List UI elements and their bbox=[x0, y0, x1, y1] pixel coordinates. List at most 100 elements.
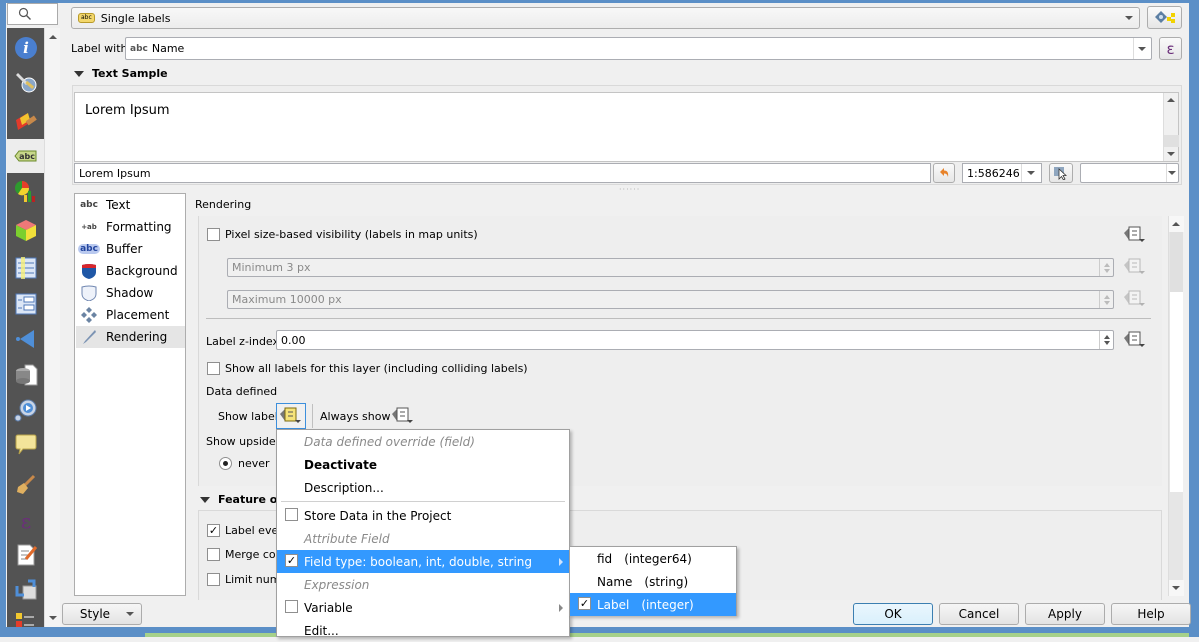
label-every-part-checkbox[interactable]: ✓ bbox=[207, 524, 220, 537]
set-scale-from-canvas-button[interactable] bbox=[1049, 163, 1073, 183]
menu-item-label: Deactivate bbox=[304, 457, 377, 472]
label-field-value: Name bbox=[151, 42, 185, 55]
label-field-combo[interactable]: abc Name bbox=[125, 37, 1152, 60]
menu-item-store-data-in-the-project[interactable]: Store Data in the Project bbox=[277, 504, 569, 527]
page-display[interactable] bbox=[7, 428, 44, 462]
icon-strip-scrollbar[interactable] bbox=[44, 28, 60, 627]
page-metadata[interactable] bbox=[7, 538, 44, 572]
maximum-px-spinbox[interactable]: Maximum 10000 px bbox=[227, 290, 1114, 309]
feature-options-header[interactable]: Feature op bbox=[200, 493, 285, 506]
background-color-combo[interactable] bbox=[1080, 163, 1179, 183]
tab-label: Text bbox=[106, 198, 131, 212]
page-information[interactable]: i bbox=[7, 31, 44, 65]
pixel-visibility-label: Pixel size-based visibility (labels in m… bbox=[225, 228, 478, 241]
rendering-brush-icon bbox=[79, 329, 99, 345]
page-fields[interactable] bbox=[7, 251, 44, 285]
style-menu-button[interactable]: Style bbox=[62, 603, 142, 625]
help-button[interactable]: Help bbox=[1111, 603, 1191, 625]
window-frame-top bbox=[0, 0, 1199, 3]
variables-icon: ε bbox=[20, 509, 30, 533]
page-icon-strip: i abc ε bbox=[7, 28, 60, 627]
style-button-label: Style bbox=[79, 607, 111, 621]
preview-scale-combo[interactable]: 1:586246 bbox=[962, 163, 1042, 183]
page-rendering[interactable] bbox=[7, 468, 44, 502]
show-all-labels-label: Show all labels for this layer (includin… bbox=[225, 362, 528, 375]
upside-down-never-label: never bbox=[238, 457, 270, 470]
tab-buffer[interactable]: abc Buffer bbox=[76, 238, 185, 260]
merge-lines-checkbox[interactable] bbox=[207, 548, 220, 561]
splitter-handle[interactable]: ······ bbox=[619, 185, 640, 194]
page-variables[interactable]: ε bbox=[7, 504, 44, 538]
field-item-name[interactable]: Name (string) bbox=[570, 570, 736, 593]
menu-item-variable[interactable]: Variable bbox=[277, 596, 569, 619]
data-defined-override-icon[interactable] bbox=[1124, 331, 1146, 349]
settings-scrollbar[interactable] bbox=[1168, 216, 1184, 596]
field-item-label[interactable]: ✓ Label (integer) bbox=[570, 593, 736, 616]
page-diagrams[interactable] bbox=[7, 175, 44, 209]
tab-shadow[interactable]: Shadow bbox=[76, 282, 185, 304]
metadata-icon bbox=[17, 544, 37, 566]
minimum-px-spinbox[interactable]: Minimum 3 px bbox=[227, 258, 1114, 277]
chevron-down-icon bbox=[126, 612, 134, 616]
menu-item-label: Edit... bbox=[304, 623, 339, 638]
label-with-label: Label with bbox=[71, 42, 128, 55]
data-defined-override-icon[interactable] bbox=[1124, 226, 1146, 244]
preview-scale-value: 1:586246 bbox=[967, 166, 1020, 180]
pixel-visibility-checkbox[interactable] bbox=[207, 228, 220, 241]
tab-label: Buffer bbox=[106, 242, 143, 256]
show-all-labels-checkbox[interactable] bbox=[207, 362, 220, 375]
search-icon bbox=[18, 7, 31, 20]
minimum-px-value: Minimum 3 px bbox=[232, 261, 311, 274]
page-attributes-form[interactable] bbox=[7, 287, 44, 321]
field-item-fid[interactable]: fid (integer64) bbox=[570, 547, 736, 570]
ok-button[interactable]: OK bbox=[853, 603, 933, 625]
chevron-down-icon bbox=[1125, 16, 1133, 20]
labeling-rules-button[interactable] bbox=[1147, 6, 1182, 29]
page-search-input[interactable] bbox=[7, 3, 58, 25]
data-defined-override-icon[interactable] bbox=[392, 407, 414, 425]
expression-icon: ε bbox=[1166, 39, 1175, 58]
limit-features-checkbox[interactable] bbox=[207, 573, 220, 586]
page-symbology[interactable] bbox=[7, 105, 44, 139]
menu-item-field-type-boolean-int-double-string[interactable]: ✓ Field type: boolean, int, double, strin… bbox=[277, 550, 569, 573]
labeling-mode-combo[interactable]: abc Single labels bbox=[71, 7, 1140, 29]
text-sample-preview: Lorem Ipsum bbox=[74, 92, 1179, 162]
z-index-label: Label z-index bbox=[206, 335, 280, 348]
page-3d-view[interactable] bbox=[7, 214, 44, 248]
menu-item-label: Attribute Field bbox=[304, 531, 390, 546]
page-legend[interactable] bbox=[7, 605, 44, 639]
show-upside-down-label: Show upside-d bbox=[206, 435, 287, 448]
page-auxiliary-storage[interactable] bbox=[7, 358, 44, 392]
data-defined-override-icon[interactable] bbox=[1124, 258, 1146, 276]
z-index-spinbox[interactable]: 0.00 bbox=[276, 330, 1114, 350]
rendering-icon bbox=[16, 474, 35, 494]
menu-item-deactivate[interactable]: Deactivate bbox=[277, 453, 569, 476]
collapse-icon bbox=[200, 496, 210, 503]
page-actions[interactable] bbox=[7, 393, 44, 427]
menu-item-edit[interactable]: Edit... bbox=[277, 619, 569, 642]
tab-placement[interactable]: Placement bbox=[76, 304, 185, 326]
menu-item-label: Field type: boolean, int, double, string bbox=[304, 554, 533, 569]
maximum-px-value: Maximum 10000 px bbox=[232, 293, 342, 306]
diagrams-icon bbox=[14, 181, 35, 202]
show-label-data-defined-button[interactable] bbox=[276, 403, 306, 429]
menu-item-description[interactable]: Description... bbox=[277, 476, 569, 499]
single-labels-icon: abc bbox=[78, 13, 95, 23]
apply-button[interactable]: Apply bbox=[1025, 603, 1105, 625]
string-field-icon: abc bbox=[130, 43, 148, 54]
page-source-settings[interactable] bbox=[7, 66, 44, 100]
tab-rendering[interactable]: Rendering bbox=[76, 326, 185, 348]
reset-sample-button[interactable] bbox=[933, 163, 955, 183]
tab-background[interactable]: Background bbox=[76, 260, 185, 282]
data-defined-override-icon[interactable] bbox=[1124, 290, 1146, 308]
text-sample-header[interactable]: Text Sample bbox=[74, 67, 168, 80]
cancel-button[interactable]: Cancel bbox=[939, 603, 1019, 625]
page-joins[interactable] bbox=[7, 322, 44, 356]
page-dependencies[interactable] bbox=[7, 573, 44, 607]
joins-icon bbox=[15, 330, 34, 348]
tab-text[interactable]: abc Text bbox=[76, 194, 185, 216]
upside-down-never-radio[interactable] bbox=[219, 457, 232, 470]
tab-formatting[interactable]: +ab Formatting bbox=[76, 216, 185, 238]
sample-text-input[interactable]: Lorem Ipsum bbox=[74, 163, 931, 183]
expression-button[interactable]: ε bbox=[1159, 37, 1182, 60]
